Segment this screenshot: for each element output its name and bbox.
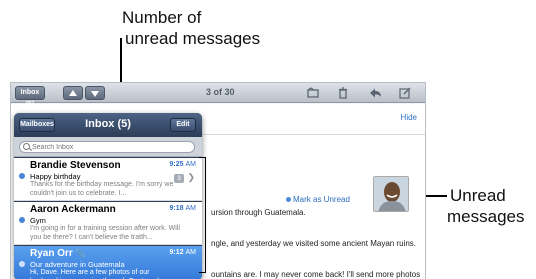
message-position: 3 of 30 [206,87,235,97]
mark-as-unread-link[interactable]: Mark as Unread [293,195,350,204]
unread-dot-icon [19,217,25,223]
search-input[interactable] [19,141,195,153]
reply-icon[interactable] [369,87,381,99]
up-arrow-icon [69,90,77,96]
avatar [373,176,409,212]
unread-bracket [199,157,206,273]
unread-dot-icon [19,173,25,179]
message-time: 9:12 AM [169,249,196,256]
message-subject: Gym [30,216,46,225]
callout-text: unread messages [125,29,261,48]
search-bar [14,137,202,157]
attachment-icon: 📎 [75,249,86,258]
body-text-line: ursion through Guatemala. [211,208,306,217]
inbox-button[interactable]: Inbox (5) [15,86,45,108]
callout-text: messages [447,207,525,226]
sender-name: Ryan Orr 📎 [30,248,86,259]
list-item-selected[interactable]: Ryan Orr 📎 9:12 AM Our adventure in Guat… [14,246,202,279]
body-text-line: ngle, and yesterday we visited some anci… [211,239,416,248]
sender-name: Aaron Ackermann [30,204,116,215]
message-preview: Hi, Dave. Here are a few photos of our b… [30,269,165,279]
divider [201,134,425,135]
down-arrow-icon [91,91,99,97]
thread-count-badge: 3 [174,174,184,183]
message-subject: Our adventure in Guatemala [30,260,125,269]
unread-dot-icon [19,261,25,267]
sender-name: Brandie Stevenson [30,160,121,171]
body-text-line: ountains are. I may never come back! I'l… [211,270,421,279]
toolbar: Inbox (5) 3 of 30 [11,83,425,108]
search-icon [23,143,30,150]
callout-text: Unread [450,186,506,205]
ipad-mail-window: Inbox (5) 3 of 30 Hide Mark as Unread [10,82,426,279]
callout-unread-count: Number of unread messages [122,7,260,49]
message-preview: I'm going in for a training session afte… [30,225,180,241]
message-preview: Thanks for the birthday message. I'm sor… [30,181,174,197]
compose-icon[interactable] [399,87,411,99]
unread-dot-icon [286,197,291,202]
trash-icon[interactable] [337,87,349,99]
message-time: 9:18 AM [169,205,196,212]
message-time: 9:25 AM [169,161,196,168]
message-subject: Happy birthday [30,172,81,181]
callout-text: Number of [122,8,202,27]
previous-message-button[interactable] [63,86,83,100]
next-message-button[interactable] [85,86,105,100]
edit-button[interactable]: Edit [170,118,196,132]
list-item[interactable]: Aaron Ackermann 9:18 AM Gym I'm going in… [14,202,202,245]
list-item[interactable]: Brandie Stevenson 9:25 AM Happy birthday… [14,158,202,201]
chevron-right-icon[interactable]: ❯ [187,172,195,183]
folder-icon[interactable] [307,87,319,99]
popover-header: Mailboxes Inbox (5) Edit [14,113,202,137]
inbox-popover: Mailboxes Inbox (5) Edit Brandie Stevens… [14,113,202,279]
hide-link[interactable]: Hide [401,113,417,122]
callout-unread-messages: Unread messages [447,185,525,227]
